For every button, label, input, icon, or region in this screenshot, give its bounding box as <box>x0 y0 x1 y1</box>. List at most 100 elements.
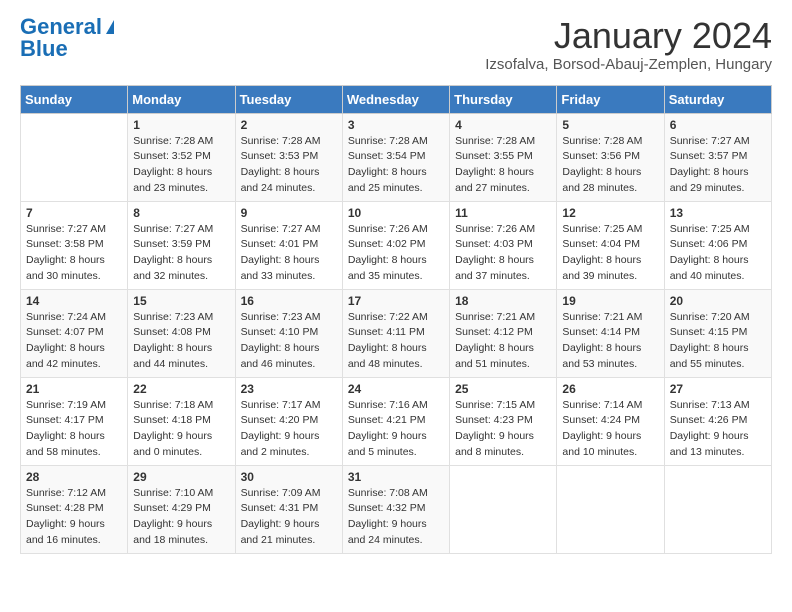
day-info: Sunrise: 7:26 AMSunset: 4:03 PMDaylight:… <box>455 222 551 285</box>
calendar-cell: 17Sunrise: 7:22 AMSunset: 4:11 PMDayligh… <box>342 289 449 377</box>
calendar-cell: 14Sunrise: 7:24 AMSunset: 4:07 PMDayligh… <box>21 289 128 377</box>
day-info: Sunrise: 7:17 AMSunset: 4:20 PMDaylight:… <box>241 398 337 461</box>
day-info: Sunrise: 7:28 AMSunset: 3:56 PMDaylight:… <box>562 134 658 197</box>
calendar-cell: 8 Sunrise: 7:27 AMSunset: 3:59 PMDaylight… <box>128 201 235 289</box>
sunset-text: Sunset: 3:52 PM <box>133 150 211 162</box>
day-number: 15 <box>133 294 229 308</box>
calendar-cell <box>450 465 557 553</box>
sunset-text: Sunset: 4:14 PM <box>562 326 640 338</box>
sunrise-text: Sunrise: 7:21 AM <box>455 311 535 323</box>
daylight-text: Daylight: 8 hours and 40 minutes. <box>670 254 749 282</box>
sunrise-text: Sunrise: 7:28 AM <box>562 135 642 147</box>
sunrise-text: Sunrise: 7:28 AM <box>455 135 535 147</box>
day-number: 27 <box>670 382 766 396</box>
location-subtitle: Izsofalva, Borsod-Abauj-Zemplen, Hungary <box>485 56 772 73</box>
daylight-text: Daylight: 8 hours and 33 minutes. <box>241 254 320 282</box>
calendar-cell: 23 Sunrise: 7:17 AMSunset: 4:20 PMDayligh… <box>235 377 342 465</box>
calendar-header-row: SundayMondayTuesdayWednesdayThursdayFrid… <box>21 85 772 113</box>
sunrise-text: Sunrise: 7:27 AM <box>133 223 213 235</box>
sunset-text: Sunset: 3:54 PM <box>348 150 426 162</box>
daylight-text: Daylight: 8 hours and 24 minutes. <box>241 166 320 194</box>
sunrise-text: Sunrise: 7:23 AM <box>241 311 321 323</box>
day-info: Sunrise: 7:12 AMSunset: 4:28 PMDaylight:… <box>26 486 122 549</box>
sunset-text: Sunset: 4:03 PM <box>455 238 533 250</box>
calendar-cell: 28 Sunrise: 7:12 AMSunset: 4:28 PMDayligh… <box>21 465 128 553</box>
day-info: Sunrise: 7:22 AMSunset: 4:11 PMDaylight:… <box>348 310 444 373</box>
calendar-cell: 31Sunrise: 7:08 AMSunset: 4:32 PMDayligh… <box>342 465 449 553</box>
day-info: Sunrise: 7:25 AMSunset: 4:06 PMDaylight:… <box>670 222 766 285</box>
sunset-text: Sunset: 3:56 PM <box>562 150 640 162</box>
sunrise-text: Sunrise: 7:22 AM <box>348 311 428 323</box>
sunset-text: Sunset: 4:28 PM <box>26 502 104 514</box>
sunset-text: Sunset: 4:24 PM <box>562 414 640 426</box>
title-section: January 2024 Izsofalva, Borsod-Abauj-Zem… <box>485 16 772 73</box>
day-info: Sunrise: 7:27 AMSunset: 3:59 PMDaylight:… <box>133 222 229 285</box>
daylight-text: Daylight: 8 hours and 46 minutes. <box>241 342 320 370</box>
daylight-text: Daylight: 8 hours and 44 minutes. <box>133 342 212 370</box>
sunrise-text: Sunrise: 7:19 AM <box>26 399 106 411</box>
sunset-text: Sunset: 4:17 PM <box>26 414 104 426</box>
sunset-text: Sunset: 4:01 PM <box>241 238 319 250</box>
sunrise-text: Sunrise: 7:08 AM <box>348 487 428 499</box>
day-number: 23 <box>241 382 337 396</box>
sunrise-text: Sunrise: 7:25 AM <box>562 223 642 235</box>
day-number: 8 <box>133 206 229 220</box>
calendar-cell: 2Sunrise: 7:28 AMSunset: 3:53 PMDaylight… <box>235 113 342 201</box>
sunset-text: Sunset: 4:15 PM <box>670 326 748 338</box>
day-number: 21 <box>26 382 122 396</box>
daylight-text: Daylight: 8 hours and 48 minutes. <box>348 342 427 370</box>
daylight-text: Daylight: 8 hours and 55 minutes. <box>670 342 749 370</box>
daylight-text: Daylight: 8 hours and 27 minutes. <box>455 166 534 194</box>
calendar-cell: 15Sunrise: 7:23 AMSunset: 4:08 PMDayligh… <box>128 289 235 377</box>
daylight-text: Daylight: 9 hours and 0 minutes. <box>133 430 212 458</box>
calendar-cell: 3Sunrise: 7:28 AMSunset: 3:54 PMDaylight… <box>342 113 449 201</box>
sunrise-text: Sunrise: 7:17 AM <box>241 399 321 411</box>
sunset-text: Sunset: 3:57 PM <box>670 150 748 162</box>
sunset-text: Sunset: 4:26 PM <box>670 414 748 426</box>
daylight-text: Daylight: 9 hours and 16 minutes. <box>26 518 105 546</box>
sunrise-text: Sunrise: 7:09 AM <box>241 487 321 499</box>
day-info: Sunrise: 7:16 AMSunset: 4:21 PMDaylight:… <box>348 398 444 461</box>
calendar-week-2: 7Sunrise: 7:27 AMSunset: 3:58 PMDaylight… <box>21 201 772 289</box>
daylight-text: Daylight: 8 hours and 58 minutes. <box>26 430 105 458</box>
calendar-week-3: 14Sunrise: 7:24 AMSunset: 4:07 PMDayligh… <box>21 289 772 377</box>
sunset-text: Sunset: 4:21 PM <box>348 414 426 426</box>
day-info: Sunrise: 7:15 AMSunset: 4:23 PMDaylight:… <box>455 398 551 461</box>
day-number: 28 <box>26 470 122 484</box>
sunrise-text: Sunrise: 7:28 AM <box>241 135 321 147</box>
sunset-text: Sunset: 3:58 PM <box>26 238 104 250</box>
day-info: Sunrise: 7:25 AMSunset: 4:04 PMDaylight:… <box>562 222 658 285</box>
daylight-text: Daylight: 9 hours and 2 minutes. <box>241 430 320 458</box>
calendar-cell: 18Sunrise: 7:21 AMSunset: 4:12 PMDayligh… <box>450 289 557 377</box>
calendar-cell: 12Sunrise: 7:25 AMSunset: 4:04 PMDayligh… <box>557 201 664 289</box>
calendar-cell: 7Sunrise: 7:27 AMSunset: 3:58 PMDaylight… <box>21 201 128 289</box>
day-number: 12 <box>562 206 658 220</box>
sunset-text: Sunset: 4:18 PM <box>133 414 211 426</box>
calendar-cell: 20Sunrise: 7:20 AMSunset: 4:15 PMDayligh… <box>664 289 771 377</box>
daylight-text: Daylight: 8 hours and 30 minutes. <box>26 254 105 282</box>
daylight-text: Daylight: 9 hours and 24 minutes. <box>348 518 427 546</box>
daylight-text: Daylight: 8 hours and 32 minutes. <box>133 254 212 282</box>
day-info: Sunrise: 7:19 AM Sunset: 4:17 PM Daylight:… <box>26 398 122 461</box>
sunrise-text: Sunrise: 7:21 AM <box>562 311 642 323</box>
calendar-cell: 13Sunrise: 7:25 AMSunset: 4:06 PMDayligh… <box>664 201 771 289</box>
sunrise-text: Sunrise: 7:28 AM <box>348 135 428 147</box>
day-number: 9 <box>241 206 337 220</box>
daylight-text: Daylight: 8 hours and 23 minutes. <box>133 166 212 194</box>
day-number: 14 <box>26 294 122 308</box>
calendar-cell: 21 Sunrise: 7:19 AM Sunset: 4:17 PM Dayligh… <box>21 377 128 465</box>
day-number: 18 <box>455 294 551 308</box>
daylight-text: Daylight: 8 hours and 35 minutes. <box>348 254 427 282</box>
sunrise-text: Sunrise: 7:27 AM <box>26 223 106 235</box>
month-year-title: January 2024 <box>485 16 772 56</box>
day-info: Sunrise: 7:28 AMSunset: 3:53 PMDaylight:… <box>241 134 337 197</box>
header-wednesday: Wednesday <box>342 85 449 113</box>
sunset-text: Sunset: 4:04 PM <box>562 238 640 250</box>
day-info: Sunrise: 7:27 AM Sunset: 3:58 PM Daylight:… <box>26 222 122 285</box>
sunrise-text: Sunrise: 7:28 AM <box>133 135 213 147</box>
logo-triangle-icon <box>106 20 114 34</box>
sunset-text: Sunset: 4:32 PM <box>348 502 426 514</box>
sunset-text: Sunset: 4:06 PM <box>670 238 748 250</box>
calendar-week-5: 28 Sunrise: 7:12 AMSunset: 4:28 PMDayligh… <box>21 465 772 553</box>
day-info: Sunrise: 7:20 AMSunset: 4:15 PMDaylight:… <box>670 310 766 373</box>
